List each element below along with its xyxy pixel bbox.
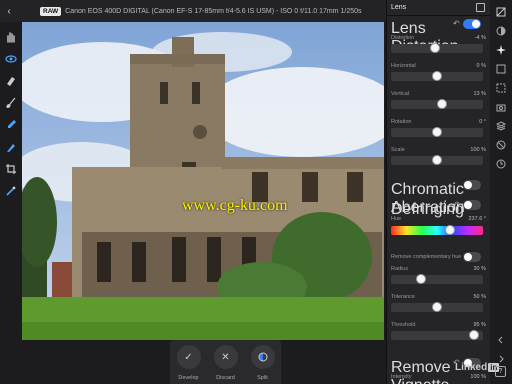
half-circle-icon[interactable]	[495, 25, 507, 37]
hand-icon[interactable]	[4, 30, 18, 44]
church-photo	[22, 22, 384, 340]
ld-slider-track[interactable]	[391, 127, 483, 137]
eye-icon[interactable]	[4, 52, 18, 66]
ld-slider-value: 0 %	[476, 63, 486, 69]
panel-toggle-icon[interactable]	[495, 6, 507, 18]
df-slider-label: Radius	[391, 266, 409, 272]
df-slider-label: Tolerance	[391, 294, 415, 300]
ld-slider-track[interactable]	[391, 155, 483, 165]
ld-slider-value: 100 %	[470, 147, 486, 153]
ld-slider-label: Rotation	[391, 119, 412, 125]
panel-menu-icon[interactable]	[476, 3, 485, 12]
ld-slider-track[interactable]	[391, 71, 483, 81]
split-button[interactable]: Split	[244, 340, 281, 384]
hue-label: Hue	[391, 216, 402, 222]
app-window: ‹ RAW Canon EOS 400D DIGITAL (Canon EF-S…	[0, 0, 512, 384]
ld-slider-knob[interactable]	[432, 155, 442, 165]
ld-slider-label: Distortion	[391, 35, 415, 41]
discard-label: Discard	[216, 375, 235, 381]
raw-badge: RAW	[40, 6, 62, 16]
discard-button[interactable]: ✕ Discard	[207, 340, 244, 384]
ld-slider-knob[interactable]	[432, 127, 442, 137]
remove-hue-label: Remove complementary hue	[391, 254, 462, 260]
photo-canvas[interactable]: www.cg-ku.com	[22, 22, 384, 340]
camera-info: Canon EOS 400D DIGITAL (Canon EF-S 17-85…	[65, 7, 362, 15]
hue-slider[interactable]	[391, 225, 483, 235]
hue-value: 237.6 °	[468, 216, 487, 222]
df-slider-value: 95 %	[473, 322, 486, 328]
brush-icon[interactable]	[4, 96, 18, 110]
df-slider-label: Threshold	[391, 322, 416, 328]
split-label: Split	[257, 375, 268, 381]
intensity-value: 100 %	[470, 374, 486, 380]
df-slider-track[interactable]	[391, 330, 483, 340]
layers-icon[interactable]	[495, 120, 507, 132]
defringing-reset-icon[interactable]: ↶	[453, 200, 460, 209]
split-view-icon	[250, 345, 275, 369]
chromatic-aberration-toggle[interactable]	[463, 180, 481, 190]
df-slider-knob[interactable]	[432, 302, 442, 312]
panel-header: Lens	[387, 0, 490, 16]
ld-slider-value: 13 %	[473, 91, 486, 97]
lens-panel: Lens Lens Distortion ↶ Distortion-4 %Hor…	[386, 0, 490, 384]
crop-icon[interactable]	[4, 162, 18, 176]
linkedin-logo: Linked in	[455, 362, 500, 373]
lens-distortion-reset-icon[interactable]: ↶	[453, 19, 460, 28]
ld-slider-label: Vertical	[391, 91, 410, 97]
light-icon[interactable]	[495, 44, 507, 56]
help-button[interactable]: ?	[495, 366, 506, 377]
hue-slider-knob[interactable]	[445, 225, 456, 235]
ld-slider-label: Horizontal	[391, 63, 416, 69]
wand-icon[interactable]	[4, 184, 18, 198]
df-slider-value: 30 %	[473, 266, 486, 272]
linkedin-text: Linked	[455, 362, 488, 373]
df-slider-track[interactable]	[391, 302, 483, 312]
ld-slider-track[interactable]	[391, 43, 483, 53]
top-bar: ‹ RAW Canon EOS 400D DIGITAL (Canon EF-S…	[0, 0, 386, 22]
df-slider-knob[interactable]	[468, 330, 479, 340]
remove-hue-toggle[interactable]	[463, 252, 481, 262]
watermark-text: www.cg-ku.com	[182, 197, 288, 214]
ld-slider-value: -4 %	[474, 35, 486, 41]
ld-slider-value: 0 °	[479, 119, 486, 125]
right-icon-strip	[490, 0, 512, 384]
no-sign-icon[interactable]	[495, 139, 507, 151]
ld-slider-knob[interactable]	[430, 43, 441, 53]
develop-button[interactable]: ✓ Develop	[170, 340, 207, 384]
camera-icon[interactable]	[495, 101, 507, 113]
df-slider-track[interactable]	[391, 274, 483, 284]
ld-slider-knob[interactable]	[432, 71, 442, 81]
left-toolbar	[0, 22, 22, 384]
develop-label: Develop	[178, 375, 199, 381]
eraser-icon[interactable]	[4, 74, 18, 88]
lens-distortion-toggle[interactable]	[463, 19, 481, 29]
ld-slider-knob[interactable]	[436, 99, 447, 109]
back-button[interactable]: ‹	[0, 6, 18, 17]
ld-slider-label: Scale	[391, 147, 405, 153]
bottom-bar: ✓ Develop ✕ Discard Split	[22, 340, 384, 384]
eyedropper-icon[interactable]	[4, 118, 18, 132]
square-icon[interactable]	[495, 63, 507, 75]
chevron-left-icon[interactable]	[495, 334, 507, 346]
close-icon: ✕	[213, 345, 238, 369]
df-slider-value: 50 %	[473, 294, 486, 300]
intensity-label: Intensity	[391, 374, 412, 380]
clock-icon[interactable]	[495, 158, 507, 170]
defringing-toggle[interactable]	[463, 200, 481, 210]
ld-slider-track[interactable]	[391, 99, 483, 109]
df-slider-knob[interactable]	[415, 274, 426, 284]
frame-icon[interactable]	[495, 82, 507, 94]
fill-icon[interactable]	[4, 140, 18, 154]
panel-title: Lens	[391, 4, 407, 11]
checkmark-icon: ✓	[176, 345, 201, 369]
